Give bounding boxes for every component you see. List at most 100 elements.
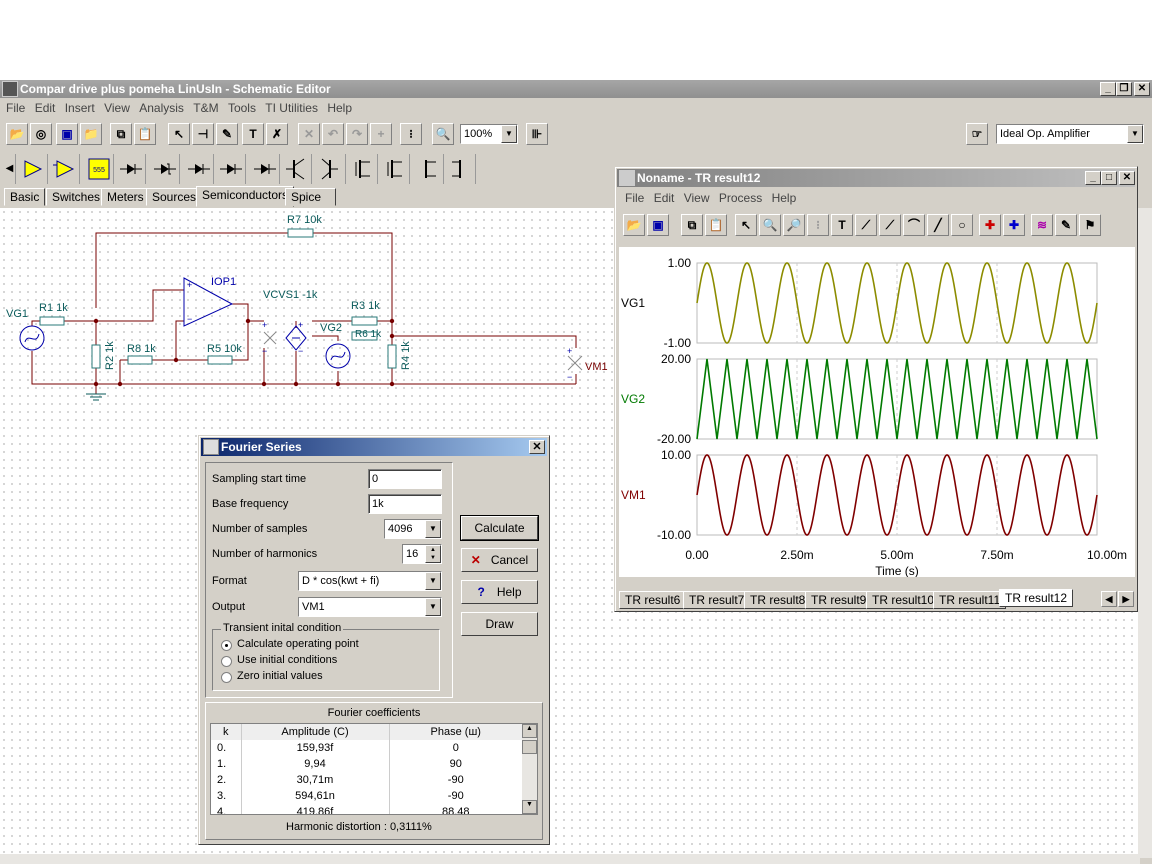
waveform-plot-area[interactable]: 1.00 -1.00 VG1 20.00 -20.00 VG2 10.00 -10.00 VM1…	[619, 247, 1135, 578]
radio-calc-op-point[interactable]	[221, 640, 232, 651]
open-folder-icon[interactable]: 📁	[80, 123, 102, 145]
component-tool-icon[interactable]: ⊪	[526, 123, 548, 145]
cursor-a-icon[interactable]: ✚	[979, 214, 1001, 236]
result-close-button[interactable]: ✕	[1119, 171, 1135, 185]
cancel-button[interactable]: ✕ Cancel	[461, 548, 538, 572]
tab-tr-result10[interactable]: TR result10	[866, 591, 941, 609]
tab-tr-result9[interactable]: TR result9	[805, 591, 873, 609]
result-menu-help[interactable]: Help	[772, 191, 797, 205]
grid-icon[interactable]: ⁝	[807, 214, 829, 236]
text-icon[interactable]: T	[831, 214, 853, 236]
zener-diode-icon[interactable]	[150, 154, 180, 184]
save-icon[interactable]: ▣	[56, 123, 78, 145]
tab-spice-macros[interactable]: Spice Macros	[285, 188, 337, 220]
pmos-icon[interactable]	[380, 154, 410, 184]
paste-icon[interactable]: 📋	[705, 214, 727, 236]
undo-icon[interactable]: ↶	[322, 123, 344, 145]
menu-ti-utilities[interactable]: TI Utilities	[265, 101, 318, 115]
pointer-icon[interactable]: ↖	[168, 123, 190, 145]
radio-zero-initial[interactable]	[221, 672, 232, 683]
base-frequency-input[interactable]: 1k	[368, 494, 442, 514]
scroll-thumb[interactable]	[522, 740, 537, 754]
component-select[interactable]: Ideal Op. Amplifier ▼	[996, 124, 1144, 144]
tab-sources[interactable]: Sources	[146, 188, 203, 206]
table-scrollbar[interactable]: ▲ ▼	[522, 724, 537, 814]
tab-tr-result11[interactable]: TR result11	[933, 591, 1007, 609]
radio-use-initial[interactable]	[221, 656, 232, 667]
save-icon[interactable]: ▣	[647, 214, 669, 236]
zoom-icon[interactable]: 🔍	[432, 123, 454, 145]
vertical-scrollbar[interactable]	[1138, 208, 1152, 858]
result-menu-process[interactable]: Process	[719, 191, 762, 205]
browse-icon[interactable]: ◎	[30, 123, 52, 145]
paste-icon[interactable]: 📋	[134, 123, 156, 145]
minimize-button[interactable]: _	[1100, 82, 1116, 96]
draw-button[interactable]: Draw	[461, 612, 538, 636]
scroll-left-icon[interactable]: ◀	[4, 154, 16, 184]
nmos-icon[interactable]	[348, 154, 378, 184]
result-minimize-button[interactable]: _	[1085, 171, 1101, 185]
menu-analysis[interactable]: Analysis	[139, 101, 184, 115]
num-harmonics-spinner[interactable]: 16 ▲ ▼	[402, 544, 442, 564]
menu-view[interactable]: View	[104, 101, 130, 115]
spinner-arrows-icon[interactable]: ▲ ▼	[425, 545, 441, 563]
zoom-100-icon[interactable]: 🔎	[783, 214, 805, 236]
text-icon[interactable]: T	[242, 123, 264, 145]
delete-icon[interactable]: ✕	[298, 123, 320, 145]
menu-tools[interactable]: Tools	[228, 101, 256, 115]
zoom-select[interactable]: 100% ▼	[460, 124, 518, 144]
tab-scroll-right-icon[interactable]: ▶	[1118, 591, 1134, 607]
pencil-icon[interactable]: ✎	[216, 123, 238, 145]
timer-555-icon[interactable]: 555	[84, 154, 114, 184]
result-maximize-button[interactable]: □	[1101, 171, 1117, 185]
menu-edit[interactable]: Edit	[35, 101, 56, 115]
wave-icon[interactable]: ≋	[1031, 214, 1053, 236]
dialog-close-button[interactable]: ✕	[529, 440, 545, 454]
jfet-icon[interactable]	[414, 154, 444, 184]
schottky-diode-icon[interactable]	[216, 154, 246, 184]
led-icon[interactable]	[184, 154, 214, 184]
npn-transistor-icon[interactable]	[282, 154, 312, 184]
num-samples-select[interactable]: 4096 ▼	[384, 519, 442, 539]
tab-basic[interactable]: Basic	[4, 188, 46, 206]
circle-icon[interactable]: ○	[951, 214, 973, 236]
horizontal-scrollbar[interactable]	[0, 854, 1140, 864]
tab-tr-result6[interactable]: TR result6	[619, 591, 687, 609]
hand-icon[interactable]: ☞	[966, 123, 988, 145]
restore-button[interactable]: ❐	[1116, 82, 1132, 96]
copy-icon[interactable]: ⧉	[681, 214, 703, 236]
flag-icon[interactable]: ⚑	[1079, 214, 1101, 236]
scroll-down-icon[interactable]: ▼	[522, 800, 537, 814]
curve-icon[interactable]: ⌒	[903, 214, 925, 236]
menu-help[interactable]: Help	[327, 101, 352, 115]
menu-file[interactable]: File	[6, 101, 25, 115]
tab-tr-result7[interactable]: TR result7	[683, 591, 751, 609]
menu-tm[interactable]: T&M	[193, 101, 218, 115]
close-button[interactable]: ✕	[1134, 82, 1150, 96]
probe-icon[interactable]: ✎	[1055, 214, 1077, 236]
cursor-line2-icon[interactable]: ⟋	[879, 214, 901, 236]
pointer-icon[interactable]: ↖	[735, 214, 757, 236]
jfet-p-icon[interactable]	[446, 154, 476, 184]
tab-switches[interactable]: Switches	[46, 188, 107, 206]
help-button[interactable]: ? Help	[461, 580, 538, 604]
copy-icon[interactable]: ⧉	[110, 123, 132, 145]
diode-icon[interactable]	[116, 154, 146, 184]
sampling-start-time-input[interactable]: 0	[368, 469, 442, 489]
redo-icon[interactable]: ↷	[346, 123, 368, 145]
junction-icon[interactable]: +	[370, 123, 392, 145]
menu-insert[interactable]: Insert	[65, 101, 95, 115]
coefficients-table[interactable]: k Amplitude (C) Phase (ш) 0. 159,93f 0 1. 9,9…	[210, 723, 538, 815]
open-icon[interactable]: 📂	[6, 123, 28, 145]
line-icon[interactable]: ╱	[927, 214, 949, 236]
output-select[interactable]: VM1 ▼	[298, 597, 442, 617]
arrow-text-icon[interactable]: ✗	[266, 123, 288, 145]
varactor-icon[interactable]	[250, 154, 280, 184]
result-menu-edit[interactable]: Edit	[654, 191, 675, 205]
scroll-up-icon[interactable]: ▲	[522, 724, 537, 738]
wire-icon[interactable]: ⊣	[192, 123, 214, 145]
opamp-icon[interactable]	[50, 154, 80, 184]
opamp-ideal-icon[interactable]	[18, 154, 48, 184]
format-select[interactable]: D * cos(kwt + fi) ▼	[298, 571, 442, 591]
pnp-transistor-icon[interactable]	[316, 154, 346, 184]
